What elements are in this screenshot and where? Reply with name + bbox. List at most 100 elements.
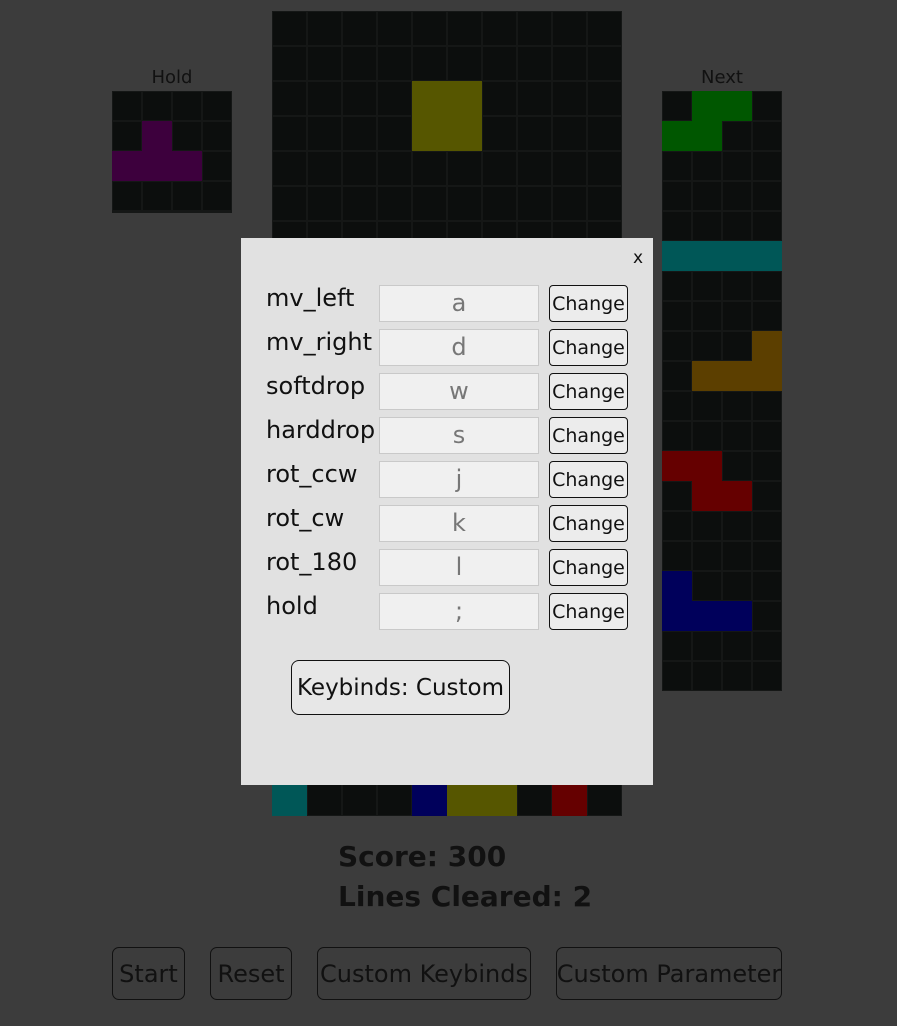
- keybind-row-rot_ccw: rot_ccw j Change: [241, 459, 653, 498]
- hold-cell-empty: [172, 91, 202, 121]
- next-cell-empty: [752, 91, 782, 121]
- hold-grid: [112, 91, 232, 213]
- next-cell-empty: [722, 151, 752, 181]
- board-cell-empty: [377, 116, 412, 151]
- keybind-action-label: hold: [266, 592, 318, 620]
- hold-cell-empty: [202, 181, 232, 211]
- change-keybind-button[interactable]: Change: [549, 461, 628, 498]
- keybind-dialog: x mv_left a Change mv_right d Change softdrop w…: [241, 238, 653, 785]
- next-cell-block: [752, 361, 782, 391]
- board-cell-empty: [552, 46, 587, 81]
- board-cell-empty: [412, 11, 447, 46]
- next-cell-empty: [692, 271, 722, 301]
- next-label: Next: [701, 67, 743, 88]
- keybind-preset-button[interactable]: Keybinds: Custom: [291, 660, 510, 715]
- next-cell-empty: [662, 301, 692, 331]
- change-keybind-button[interactable]: Change: [549, 417, 628, 454]
- board-cell-empty: [482, 151, 517, 186]
- next-queue-grid: [662, 91, 782, 691]
- next-cell-empty: [722, 661, 752, 691]
- next-cell-empty: [752, 661, 782, 691]
- keybind-key-field[interactable]: s: [379, 417, 539, 454]
- board-cell-empty: [272, 186, 307, 221]
- reset-button[interactable]: Reset: [210, 947, 292, 1000]
- keybind-key-field[interactable]: ;: [379, 593, 539, 630]
- next-cell-empty: [662, 631, 692, 661]
- next-cell-empty: [722, 121, 752, 151]
- board-cell-empty: [342, 116, 377, 151]
- board-cell-empty: [412, 151, 447, 186]
- change-keybind-button[interactable]: Change: [549, 285, 628, 322]
- board-cell-empty: [552, 81, 587, 116]
- custom-keybinds-button[interactable]: Custom Keybinds: [317, 947, 531, 1000]
- next-cell-empty: [692, 421, 722, 451]
- change-keybind-button[interactable]: Change: [549, 593, 628, 630]
- board-cell-empty: [342, 151, 377, 186]
- hold-cell-empty: [172, 181, 202, 211]
- next-cell-empty: [692, 301, 722, 331]
- hold-cell-empty: [112, 211, 142, 213]
- keybind-key-field[interactable]: w: [379, 373, 539, 410]
- board-cell-block: [447, 781, 482, 816]
- next-cell-empty: [752, 541, 782, 571]
- hold-cell-empty: [142, 91, 172, 121]
- next-cell-empty: [722, 631, 752, 661]
- keybind-action-label: mv_right: [266, 328, 372, 356]
- start-button[interactable]: Start: [112, 947, 185, 1000]
- board-cell-empty: [342, 11, 377, 46]
- board-cell-empty: [552, 186, 587, 221]
- keybind-row-mv_right: mv_right d Change: [241, 327, 653, 366]
- next-cell-block: [722, 601, 752, 631]
- change-keybind-button[interactable]: Change: [549, 373, 628, 410]
- keybind-key-field[interactable]: a: [379, 285, 539, 322]
- keybind-key-field[interactable]: l: [379, 549, 539, 586]
- next-cell-block: [692, 601, 722, 631]
- keybind-action-label: rot_ccw: [266, 460, 358, 488]
- hold-cell-empty: [172, 121, 202, 151]
- next-cell-empty: [722, 421, 752, 451]
- next-cell-block: [662, 571, 692, 601]
- next-cell-empty: [662, 361, 692, 391]
- keybind-key-field[interactable]: d: [379, 329, 539, 366]
- next-cell-block: [692, 91, 722, 121]
- keybind-key-field[interactable]: k: [379, 505, 539, 542]
- custom-parameter-button[interactable]: Custom Parameter: [556, 947, 782, 1000]
- next-cell-empty: [662, 181, 692, 211]
- board-cell-empty: [587, 186, 622, 221]
- next-cell-empty: [722, 571, 752, 601]
- next-cell-empty: [692, 331, 722, 361]
- board-cell-empty: [307, 46, 342, 81]
- next-cell-empty: [662, 391, 692, 421]
- next-cell-empty: [752, 121, 782, 151]
- board-cell-block: [412, 116, 447, 151]
- next-cell-empty: [722, 181, 752, 211]
- board-cell-empty: [517, 11, 552, 46]
- board-cell-empty: [447, 46, 482, 81]
- board-cell-block: [272, 781, 307, 816]
- next-cell-empty: [722, 301, 752, 331]
- board-cell-block: [447, 116, 482, 151]
- change-keybind-button[interactable]: Change: [549, 505, 628, 542]
- next-cell-empty: [722, 511, 752, 541]
- hold-cell-empty: [112, 121, 142, 151]
- board-cell-empty: [307, 116, 342, 151]
- board-cell-empty: [447, 151, 482, 186]
- board-cell-empty: [587, 81, 622, 116]
- next-cell-empty: [662, 331, 692, 361]
- board-cell-empty: [482, 81, 517, 116]
- change-keybind-button[interactable]: Change: [549, 329, 628, 366]
- hold-cell-empty: [112, 181, 142, 211]
- next-cell-block: [692, 121, 722, 151]
- board-cell-empty: [377, 151, 412, 186]
- close-icon[interactable]: x: [633, 248, 643, 268]
- board-cell-empty: [307, 781, 342, 816]
- hold-cell-empty: [202, 121, 232, 151]
- next-cell-empty: [662, 271, 692, 301]
- keybind-key-field[interactable]: j: [379, 461, 539, 498]
- keybind-row-harddrop: harddrop s Change: [241, 415, 653, 454]
- board-cell-empty: [587, 46, 622, 81]
- board-cell-empty: [272, 46, 307, 81]
- change-keybind-button[interactable]: Change: [549, 549, 628, 586]
- board-cell-empty: [307, 11, 342, 46]
- next-cell-empty: [662, 91, 692, 121]
